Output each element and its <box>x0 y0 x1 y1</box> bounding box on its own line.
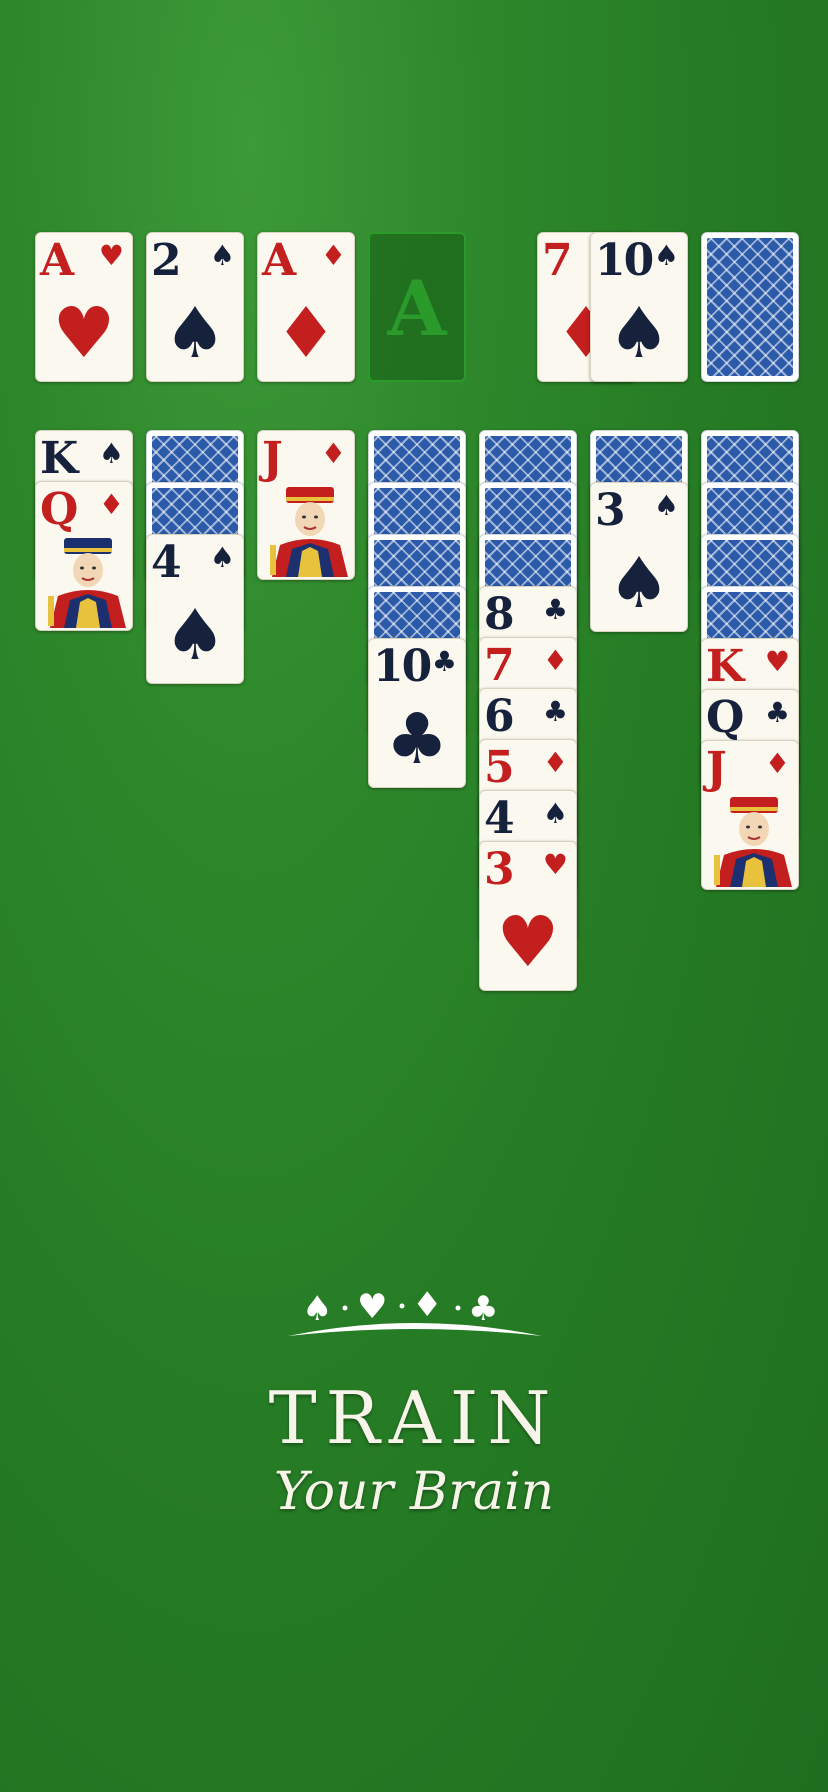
foundation-slot-label: A <box>387 264 447 353</box>
card-rank: 10 <box>595 235 654 286</box>
card-rank: 10 <box>373 641 432 692</box>
card-suit-icon: ♥ <box>98 239 124 272</box>
game-board: A♥♥2♠♠A♦♦A7♦♦10♠♠K♠♠Q♦4♠♠J♦10♣♣8♣♣7♦♦6♣♣… <box>0 0 828 1792</box>
card-suit-icon: ♠ <box>209 541 235 574</box>
card-rank: 6 <box>484 691 515 742</box>
card-suit-icon: ♠ <box>653 239 679 272</box>
card-suit-icon: ♦ <box>542 644 568 677</box>
card-rank: 4 <box>151 537 182 588</box>
card-rank: A <box>262 235 296 286</box>
tableau-card[interactable]: J ♦ <box>701 740 799 890</box>
brand-title: TRAIN <box>268 1376 560 1460</box>
card-suit-icon: ♠ <box>542 797 568 830</box>
tableau-card[interactable]: J ♦ <box>257 430 355 580</box>
card-rank: 3 <box>595 485 626 536</box>
card-rank: 4 <box>484 793 515 844</box>
card-back-pattern <box>707 238 793 376</box>
card-suit-icon: ♦ <box>764 747 790 780</box>
card-center-suit-icon: ♠ <box>163 292 227 374</box>
suits-ornament: ♠ ♥ ♦ ♣ <box>280 1278 550 1338</box>
face-card-art <box>268 485 350 577</box>
card-suit-icon: ♦ <box>320 239 346 272</box>
card-rank: 8 <box>484 589 515 640</box>
card-rank: K <box>40 433 78 484</box>
foundation-card[interactable]: 2 ♠ ♠ <box>146 232 244 382</box>
card-center-suit-icon: ♦ <box>274 292 338 374</box>
card-suit-icon: ♦ <box>320 437 346 470</box>
foundation-card[interactable]: A ♦ ♦ <box>257 232 355 382</box>
card-center-suit-icon: ♠ <box>163 594 227 676</box>
card-center-suit-icon: ♠ <box>607 542 671 624</box>
heart-icon: ♥ <box>357 1287 387 1327</box>
card-suit-icon: ♣ <box>431 645 457 678</box>
brand-subtitle: Your Brain <box>273 1462 555 1522</box>
tableau-card[interactable]: Q ♦ <box>35 481 133 631</box>
foundation-slot-empty[interactable]: A <box>368 232 466 382</box>
card-rank: K <box>706 641 744 692</box>
queen-face-art <box>48 538 126 628</box>
card-center-suit-icon: ♠ <box>607 292 671 374</box>
suits-ornament-icon: ♠ ♥ ♦ ♣ <box>288 1285 542 1336</box>
card-center-suit-icon: ♥ <box>496 901 560 983</box>
card-rank: A <box>40 235 74 286</box>
card-suit-icon: ♣ <box>764 696 790 729</box>
card-center-suit-icon: ♥ <box>52 292 116 374</box>
card-rank: 2 <box>151 235 182 286</box>
face-card-art <box>712 795 794 887</box>
tableau-card[interactable]: 3 ♥ ♥ <box>479 841 577 991</box>
jack-face-art <box>270 487 348 577</box>
card-center-suit-icon: ♣ <box>385 698 449 780</box>
card-suit-icon: ♣ <box>542 593 568 626</box>
card-rank: Q <box>40 484 78 535</box>
card-rank: J <box>706 743 727 794</box>
jack-face-art <box>714 797 792 887</box>
card-suit-icon: ♠ <box>98 437 124 470</box>
card-rank: 5 <box>484 742 515 793</box>
tableau-card[interactable]: 10 ♣ ♣ <box>368 638 466 788</box>
card-suit-icon: ♣ <box>542 695 568 728</box>
card-suit-icon: ♦ <box>98 488 124 521</box>
spade-icon: ♠ <box>302 1289 332 1329</box>
card-rank: 7 <box>542 235 573 286</box>
card-rank: Q <box>706 692 744 743</box>
foundation-card[interactable]: A ♥ ♥ <box>35 232 133 382</box>
club-icon: ♣ <box>468 1289 498 1329</box>
tableau-card[interactable]: 4 ♠ ♠ <box>146 534 244 684</box>
stock-pile[interactable] <box>701 232 799 382</box>
tableau-card[interactable]: 3 ♠ ♠ <box>590 482 688 632</box>
card-suit-icon: ♥ <box>764 645 790 678</box>
card-suit-icon: ♠ <box>653 489 679 522</box>
face-card-art <box>46 536 128 628</box>
card-suit-icon: ♠ <box>209 239 235 272</box>
card-rank: J <box>262 433 283 484</box>
card-rank: 7 <box>484 640 515 691</box>
card-suit-icon: ♦ <box>542 746 568 779</box>
diamond-icon: ♦ <box>412 1285 442 1325</box>
card-rank: 3 <box>484 844 515 895</box>
card-suit-icon: ♥ <box>542 848 568 881</box>
waste-card[interactable]: 10 ♠ ♠ <box>590 232 688 382</box>
